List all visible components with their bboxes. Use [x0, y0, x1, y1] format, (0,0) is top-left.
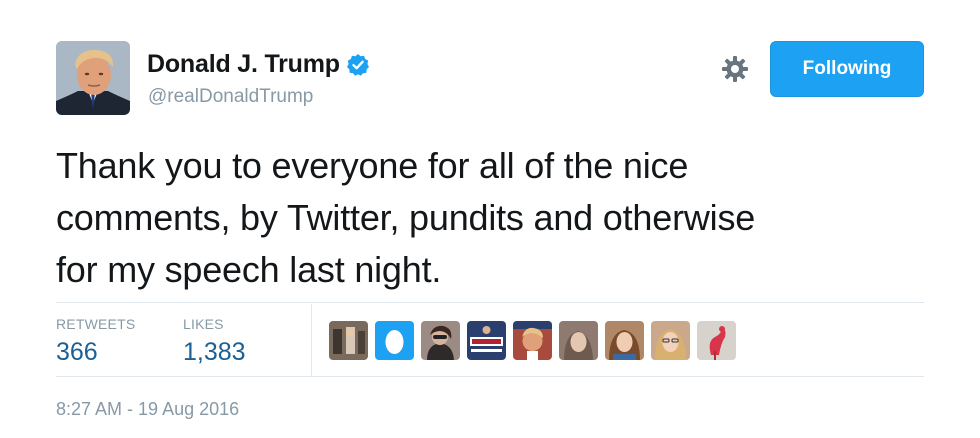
likes-count[interactable]: 1,383: [183, 338, 246, 367]
liker-avatar[interactable]: [697, 321, 736, 360]
liker-avatar[interactable]: [375, 321, 414, 360]
likes-stat[interactable]: LIKES 1,383: [183, 316, 246, 367]
tweet-text-line: for my speech last night.: [56, 249, 442, 290]
following-button[interactable]: Following: [770, 41, 924, 97]
display-name[interactable]: Donald J. Trump: [147, 50, 340, 79]
liker-avatar[interactable]: [559, 321, 598, 360]
liker-avatars: [329, 321, 736, 360]
tweet-text-line: Thank you to everyone for all of the nic…: [56, 145, 689, 186]
retweets-stat[interactable]: RETWEETS 366: [56, 316, 135, 367]
liker-avatar[interactable]: [329, 321, 368, 360]
gear-icon[interactable]: [720, 54, 750, 84]
divider: [311, 304, 312, 376]
tweet-card: Donald J. Trump @realDonaldTrump Followi…: [0, 0, 980, 438]
likes-label: LIKES: [183, 316, 224, 332]
retweets-count[interactable]: 366: [56, 338, 135, 367]
liker-avatar[interactable]: [421, 321, 460, 360]
user-avatar[interactable]: [56, 41, 130, 115]
retweets-label: RETWEETS: [56, 316, 136, 332]
liker-avatar[interactable]: [513, 321, 552, 360]
liker-avatar[interactable]: [651, 321, 690, 360]
divider: [56, 376, 924, 377]
name-row: Donald J. Trump: [147, 50, 370, 79]
liker-avatar[interactable]: [467, 321, 506, 360]
tweet-text: Thank you to everyone for all of the nic…: [56, 140, 936, 296]
tweet-text-line: comments, by Twitter, pundits and otherw…: [56, 197, 756, 238]
tweet-timestamp[interactable]: 8:27 AM - 19 Aug 2016: [56, 399, 239, 420]
divider: [56, 302, 924, 303]
liker-avatar[interactable]: [605, 321, 644, 360]
user-handle[interactable]: @realDonaldTrump: [148, 86, 313, 108]
verified-badge-icon: [346, 53, 370, 77]
